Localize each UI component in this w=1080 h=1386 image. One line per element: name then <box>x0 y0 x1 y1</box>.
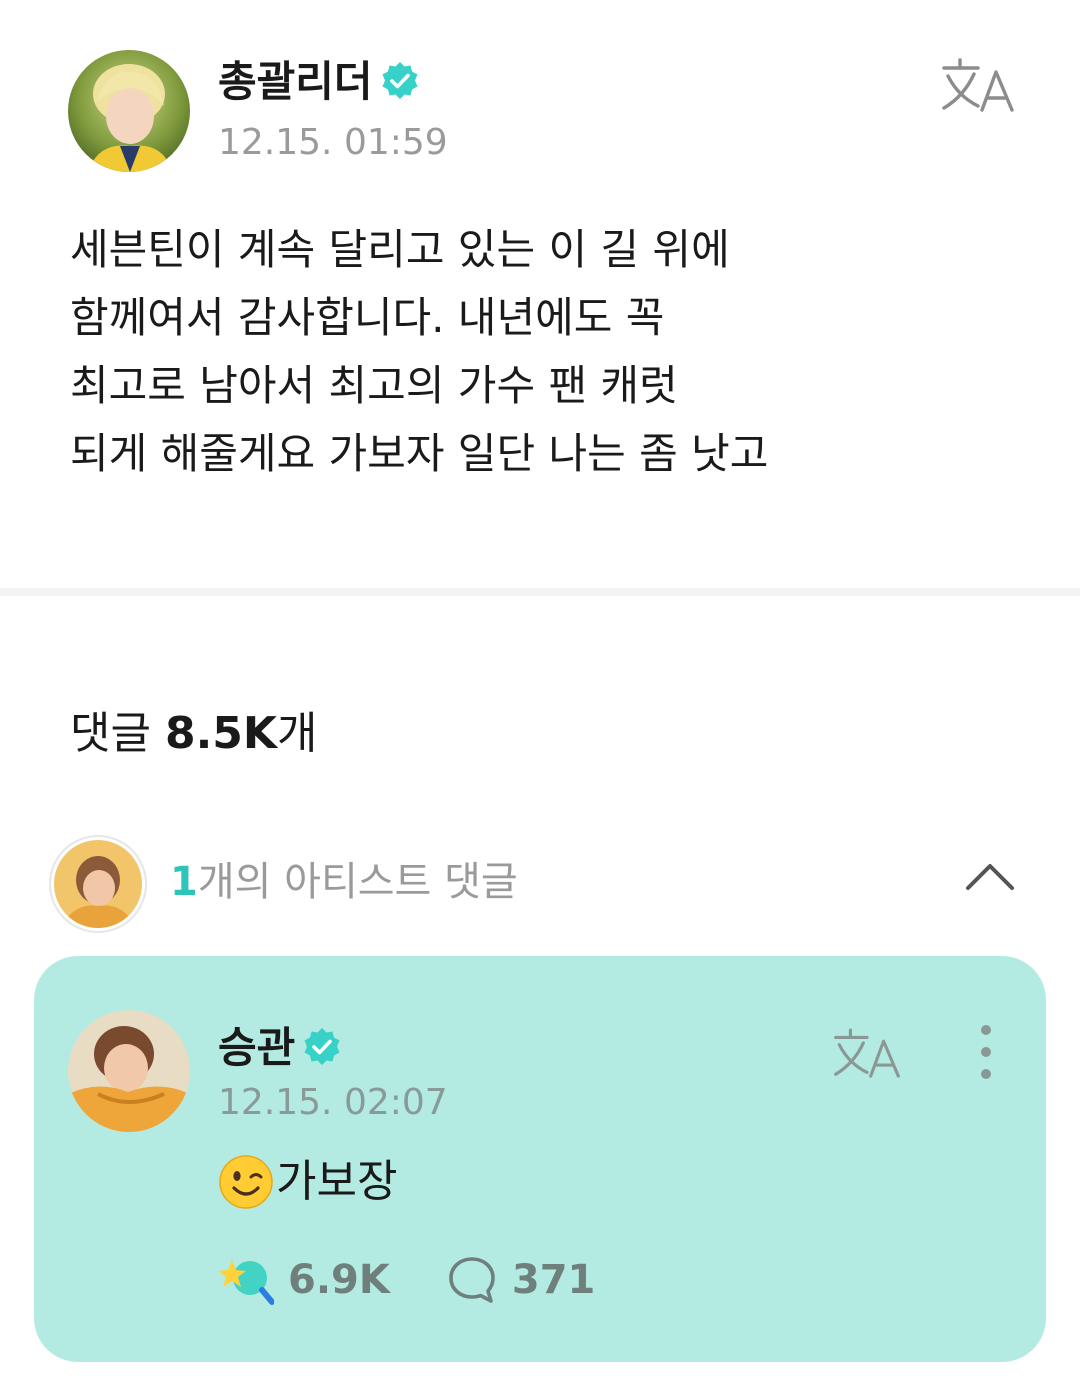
winking-face-emoji-icon <box>219 1155 273 1209</box>
commenter-avatar-image <box>68 1010 190 1132</box>
artist-comments-avatar-image <box>54 840 142 928</box>
comment-actions: 6.9K 371 <box>218 1250 595 1310</box>
author-name[interactable]: 총괄리더 <box>218 57 373 106</box>
translate-icon[interactable] <box>832 1026 902 1082</box>
artist-comments-count: 1 <box>170 859 198 905</box>
artist-comments-toggle[interactable]: 1개의 아티스트 댓글 <box>52 840 1032 932</box>
comment-timestamp: 12.15. 02:07 <box>218 1082 448 1123</box>
author-avatar-image <box>68 50 190 172</box>
post: 총괄리더 12.15. 01:59 세븐틴이 계속 달리고 있는 이 길 위에 … <box>0 0 1080 588</box>
comment-text: 가보장 <box>276 1156 398 1207</box>
commenter-name[interactable]: 승관 <box>218 1023 295 1072</box>
comments-count: 8.5K <box>164 708 278 759</box>
author-name-row: 총괄리더 <box>218 54 421 110</box>
speech-bubble-icon <box>449 1257 495 1303</box>
verified-badge-icon <box>382 61 418 99</box>
commenter-name-row: 승관 <box>218 1020 343 1076</box>
comments-header: 댓글 8.5K개 <box>70 702 318 766</box>
commenter-avatar[interactable] <box>68 1010 190 1132</box>
like-count: 6.9K <box>288 1257 390 1303</box>
artist-comments-avatar <box>54 840 142 928</box>
sparkle-heart-icon <box>218 1260 274 1305</box>
chevron-up-icon[interactable] <box>962 856 1018 896</box>
comments-label: 댓글 <box>70 708 151 759</box>
comment-text-row: 가보장 <box>218 1150 397 1214</box>
reply-count: 371 <box>511 1257 596 1303</box>
post-body: 세븐틴이 계속 달리고 있는 이 길 위에 함께여서 감사합니다. 내년에도 꼭… <box>70 225 769 478</box>
verified-badge-icon <box>304 1027 340 1065</box>
artist-comments-summary: 1개의 아티스트 댓글 <box>170 852 518 912</box>
artist-comments-label: 개의 아티스트 댓글 <box>197 859 518 905</box>
translate-icon[interactable] <box>940 56 1016 116</box>
author-avatar[interactable] <box>68 50 190 172</box>
comments-suffix: 개 <box>277 708 318 759</box>
artist-comment-card[interactable]: 승관 12.15. 02:07 가보장 6.9K 371 <box>34 956 1046 1362</box>
more-vertical-icon[interactable] <box>972 1024 1000 1080</box>
section-divider <box>0 588 1080 596</box>
post-timestamp: 12.15. 01:59 <box>218 122 448 163</box>
like-button[interactable]: 6.9K <box>218 1254 390 1306</box>
reply-button[interactable]: 371 <box>446 1254 596 1306</box>
